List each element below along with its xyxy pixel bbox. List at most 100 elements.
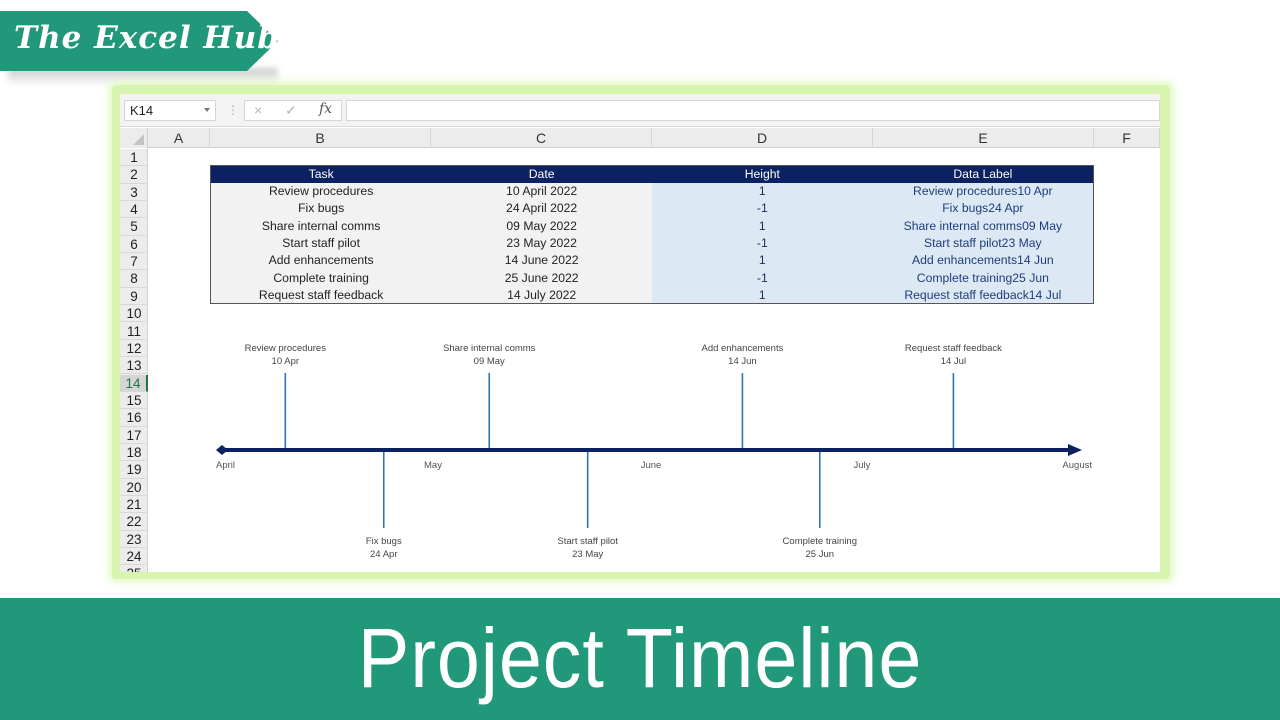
- cell-date[interactable]: 24 April 2022: [431, 199, 652, 218]
- header-data-label[interactable]: Data Label: [872, 165, 1094, 183]
- timeline-task-label: Add enhancements: [701, 343, 783, 354]
- row-header-9[interactable]: 9: [120, 288, 148, 306]
- row-header-25[interactable]: 25: [120, 565, 148, 572]
- row-header-11[interactable]: 11: [120, 323, 148, 340]
- name-box[interactable]: K14: [124, 100, 216, 121]
- select-all-triangle-icon: [133, 134, 144, 145]
- x-axis-tick-label: June: [641, 460, 662, 471]
- row-header-19[interactable]: 19: [120, 461, 148, 479]
- formula-buttons: × ✓ fx: [244, 100, 342, 121]
- row-header-20[interactable]: 20: [120, 479, 148, 496]
- cell-height[interactable]: -1: [651, 268, 873, 287]
- cell-task[interactable]: Request staff feedback: [210, 286, 432, 304]
- cell-height[interactable]: 1: [651, 286, 873, 304]
- cell-height[interactable]: 1: [651, 217, 873, 235]
- table-row: Request staff feedback 14 July 2022 1 Reque…: [210, 286, 1094, 304]
- row-header-22[interactable]: 22: [120, 513, 148, 531]
- formula-bar-grip-icon[interactable]: ⋮: [227, 103, 239, 117]
- row-header-5[interactable]: 5: [120, 218, 148, 236]
- select-all-button[interactable]: [120, 128, 148, 148]
- cell-label[interactable]: Add enhancements14 Jun: [872, 251, 1094, 269]
- row-header-12[interactable]: 12: [120, 340, 148, 358]
- row-header-7[interactable]: 7: [120, 253, 148, 271]
- cell-date[interactable]: 25 June 2022: [431, 268, 652, 287]
- cell-label[interactable]: Complete training25 Jun: [872, 268, 1094, 287]
- row-header-8[interactable]: 8: [120, 270, 148, 288]
- cell-height[interactable]: 1: [651, 182, 873, 200]
- row-header-3[interactable]: 3: [120, 184, 148, 201]
- header-task[interactable]: Task: [210, 165, 432, 183]
- cell-label[interactable]: Request staff feedback14 Jul: [872, 286, 1094, 304]
- table-row: Fix bugs 24 April 2022 -1 Fix bugs24 Apr: [210, 199, 1094, 218]
- cell-task[interactable]: Share internal comms: [210, 217, 432, 235]
- table-row: Add enhancements 14 June 2022 1 Add enhance…: [210, 251, 1094, 269]
- cell-label[interactable]: Review procedures10 Apr: [872, 182, 1094, 200]
- table-header-row: Task Date Height Data Label: [210, 165, 1094, 183]
- row-header-13[interactable]: 13: [120, 357, 148, 375]
- column-header-d[interactable]: D: [652, 128, 873, 148]
- row-header-6[interactable]: 6: [120, 236, 148, 254]
- column-header-e[interactable]: E: [873, 128, 1094, 148]
- row-header-4[interactable]: 4: [120, 201, 148, 219]
- name-box-value: K14: [130, 103, 154, 118]
- column-headers: A B C D E F: [120, 128, 1160, 148]
- cell-date[interactable]: 10 April 2022: [431, 182, 652, 200]
- cell-label[interactable]: Fix bugs24 Apr: [872, 199, 1094, 218]
- table-row: Share internal comms 09 May 2022 1 Share in…: [210, 217, 1094, 235]
- row-header-23[interactable]: 23: [120, 531, 148, 548]
- cell-height[interactable]: -1: [651, 199, 873, 218]
- cell-task[interactable]: Fix bugs: [210, 199, 432, 218]
- x-axis-tick-label: May: [424, 460, 442, 471]
- cell-task[interactable]: Complete training: [210, 268, 432, 287]
- cancel-icon[interactable]: ×: [254, 102, 262, 118]
- x-axis-tick-label: July: [854, 460, 871, 471]
- timeline-date-label: 09 May: [474, 356, 505, 367]
- column-header-c[interactable]: C: [431, 128, 652, 148]
- cell-date[interactable]: 09 May 2022: [431, 217, 652, 235]
- timeline-task-label: Complete training: [783, 536, 857, 547]
- row-header-15[interactable]: 15: [120, 392, 148, 410]
- timeline-task-label: Review procedures: [245, 343, 327, 354]
- cell-task[interactable]: Add enhancements: [210, 251, 432, 269]
- insert-function-icon[interactable]: fx: [319, 101, 332, 117]
- brand-logo-text: The Excel Hub: [14, 20, 280, 56]
- column-header-b[interactable]: B: [210, 128, 431, 148]
- cell-height[interactable]: -1: [651, 234, 873, 252]
- cell-label[interactable]: Start staff pilot23 May: [872, 234, 1094, 252]
- timeline-date-label: 10 Apr: [272, 356, 299, 367]
- cell-date[interactable]: 23 May 2022: [431, 234, 652, 252]
- header-date[interactable]: Date: [431, 165, 652, 183]
- cell-label[interactable]: Share internal comms09 May: [872, 217, 1094, 235]
- brand-banner: The Excel Hub: [0, 11, 280, 73]
- timeline-date-label: 23 May: [572, 549, 603, 560]
- row-header-10[interactable]: 10: [120, 305, 148, 323]
- table-row: Start staff pilot 23 May 2022 -1 Start staf…: [210, 234, 1094, 252]
- header-height[interactable]: Height: [651, 165, 873, 183]
- cell-task[interactable]: Start staff pilot: [210, 234, 432, 252]
- cell-date[interactable]: 14 June 2022: [431, 251, 652, 269]
- row-header-14[interactable]: 14: [120, 374, 148, 392]
- excel-window: K14 ⋮ × ✓ fx A B C D E F 1 2 3 4 5 6 7 8 9 10 11 12…: [120, 94, 1160, 572]
- enter-check-icon[interactable]: ✓: [285, 102, 297, 119]
- table-row: Complete training 25 June 2022 -1 Complete …: [210, 268, 1094, 287]
- timeline-date-label: 14 Jun: [728, 356, 757, 367]
- row-header-17[interactable]: 17: [120, 427, 148, 444]
- row-header-2[interactable]: 2: [120, 166, 148, 184]
- column-header-a[interactable]: A: [148, 128, 210, 148]
- row-header-21[interactable]: 21: [120, 496, 148, 514]
- row-header-1[interactable]: 1: [120, 149, 148, 167]
- timeline-task-label: Fix bugs: [366, 536, 402, 547]
- row-header-16[interactable]: 16: [120, 409, 148, 427]
- row-header-18[interactable]: 18: [120, 444, 148, 462]
- cell-height[interactable]: 1: [651, 251, 873, 269]
- timeline-task-label: Start staff pilot: [557, 536, 618, 547]
- x-axis-tick-label: August: [1062, 460, 1092, 471]
- chevron-down-icon[interactable]: [204, 108, 210, 112]
- cell-task[interactable]: Review procedures: [210, 182, 432, 200]
- column-header-f[interactable]: F: [1094, 128, 1160, 148]
- cell-date[interactable]: 14 July 2022: [431, 286, 652, 304]
- formula-input[interactable]: [346, 100, 1160, 121]
- timeline-task-label: Share internal comms: [443, 343, 536, 354]
- row-header-24[interactable]: 24: [120, 548, 148, 566]
- timeline-chart[interactable]: Review procedures 10 Apr Fix bugs 24 Apr Sha…: [210, 334, 1110, 572]
